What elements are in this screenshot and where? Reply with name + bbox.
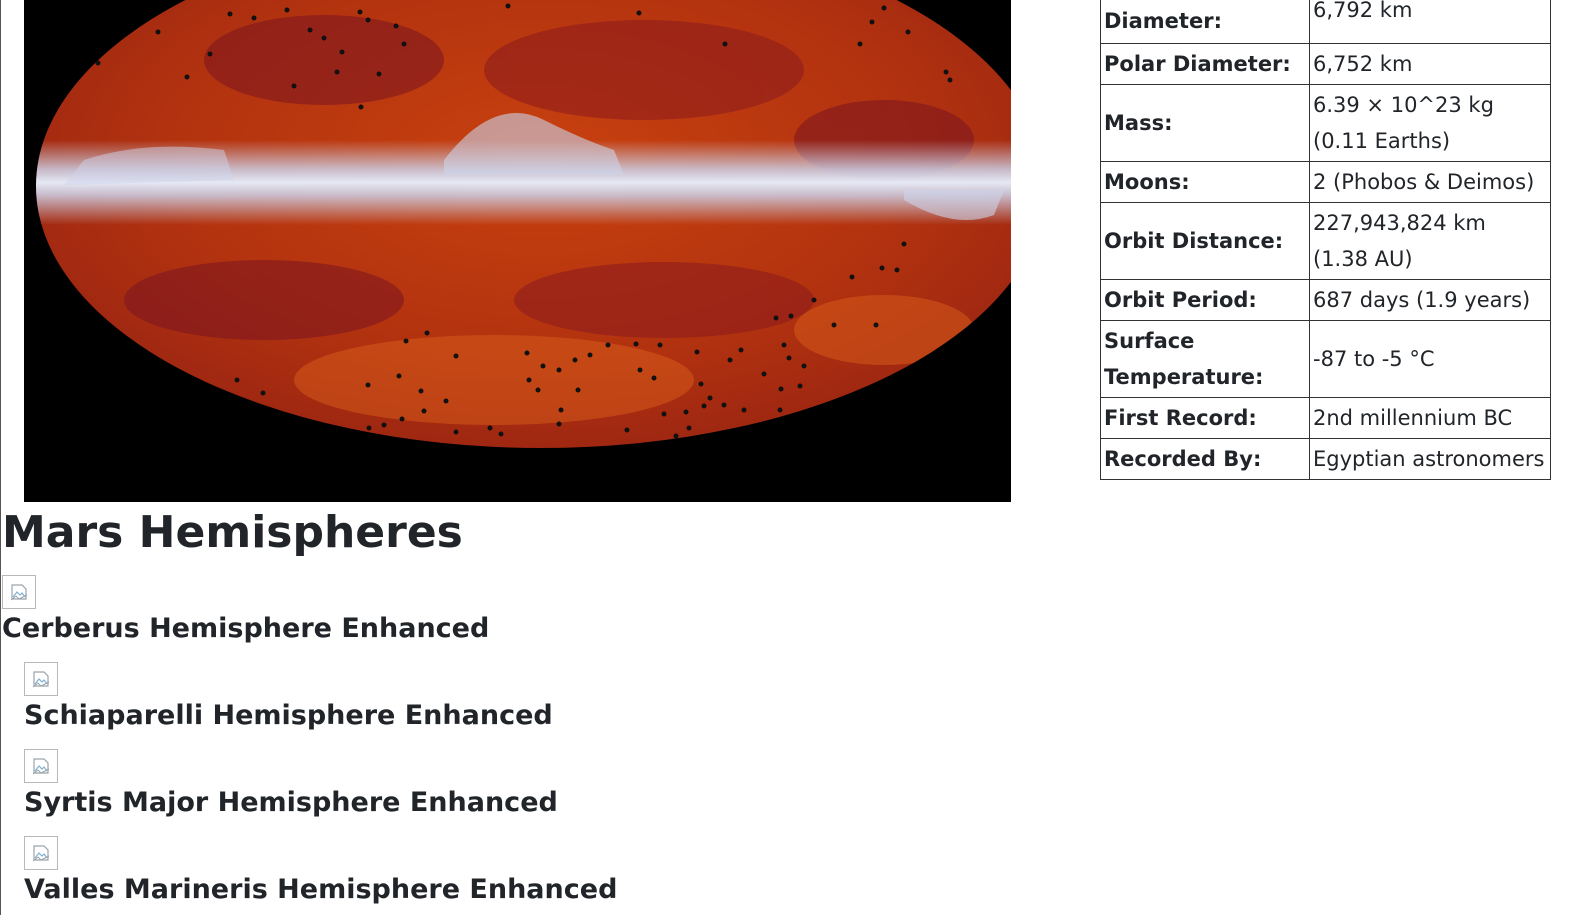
hemisphere-title[interactable]: Syrtis Major Hemisphere Enhanced: [24, 786, 558, 820]
table-row: Orbit Distance: 227,943,824 km (1.38 AU): [1100, 202, 1551, 280]
table-row: Mass: 6.39 × 10^23 kg (0.11 Earths): [1100, 84, 1551, 162]
hemisphere-thumbnail[interactable]: [24, 836, 58, 870]
fact-value: 2nd millennium BC: [1309, 397, 1551, 439]
sky-map-graphic: [36, 0, 1011, 448]
fact-value: 2 (Phobos & Deimos): [1309, 161, 1551, 203]
fact-value: 6.39 × 10^23 kg (0.11 Earths): [1309, 84, 1551, 162]
hemisphere-title[interactable]: Schiaparelli Hemisphere Enhanced: [24, 699, 553, 733]
hemisphere-thumbnail[interactable]: [24, 662, 58, 696]
broken-image-icon: [32, 671, 50, 688]
fact-value: 687 days (1.9 years): [1309, 279, 1551, 321]
table-row: First Record: 2nd millennium BC: [1100, 397, 1551, 439]
fact-label: Moons:: [1100, 161, 1310, 203]
featured-space-image[interactable]: [24, 0, 1011, 502]
hemispheres-heading: Mars Hemispheres: [2, 507, 463, 558]
fact-label: Surface Temperature:: [1100, 320, 1310, 398]
fact-label: Recorded By:: [1100, 438, 1310, 480]
fact-label: Orbit Distance:: [1100, 202, 1310, 280]
fact-label: First Record:: [1100, 397, 1310, 439]
fact-value: -87 to -5 °C: [1309, 320, 1551, 398]
table-row: Diameter: 6,792 km: [1100, 0, 1551, 44]
table-row: Polar Diameter: 6,752 km: [1100, 43, 1551, 85]
table-row: Recorded By: Egyptian astronomers: [1100, 438, 1551, 480]
table-row: Moons: 2 (Phobos & Deimos): [1100, 161, 1551, 203]
fact-label: Orbit Period:: [1100, 279, 1310, 321]
mars-facts-table: Diameter: 6,792 km Polar Diameter: 6,752…: [1100, 0, 1551, 480]
table-row: Surface Temperature: -87 to -5 °C: [1100, 320, 1551, 398]
broken-image-icon: [32, 758, 50, 775]
fact-value: 6,792 km: [1309, 0, 1551, 44]
hemisphere-thumbnail[interactable]: [2, 575, 36, 609]
hemisphere-thumbnail[interactable]: [24, 749, 58, 783]
hemisphere-title[interactable]: Cerberus Hemisphere Enhanced: [2, 612, 489, 646]
broken-image-icon: [10, 584, 28, 601]
fact-label: Polar Diameter:: [1100, 43, 1310, 85]
fact-value: 227,943,824 km (1.38 AU): [1309, 202, 1551, 280]
page-left-border: [0, 0, 1, 915]
fact-value: Egyptian astronomers: [1309, 438, 1551, 480]
fact-label: Mass:: [1100, 84, 1310, 162]
table-row: Orbit Period: 687 days (1.9 years): [1100, 279, 1551, 321]
fact-label: Diameter:: [1100, 0, 1310, 44]
fact-value: 6,752 km: [1309, 43, 1551, 85]
hemisphere-title[interactable]: Valles Marineris Hemisphere Enhanced: [24, 873, 617, 907]
broken-image-icon: [32, 845, 50, 862]
